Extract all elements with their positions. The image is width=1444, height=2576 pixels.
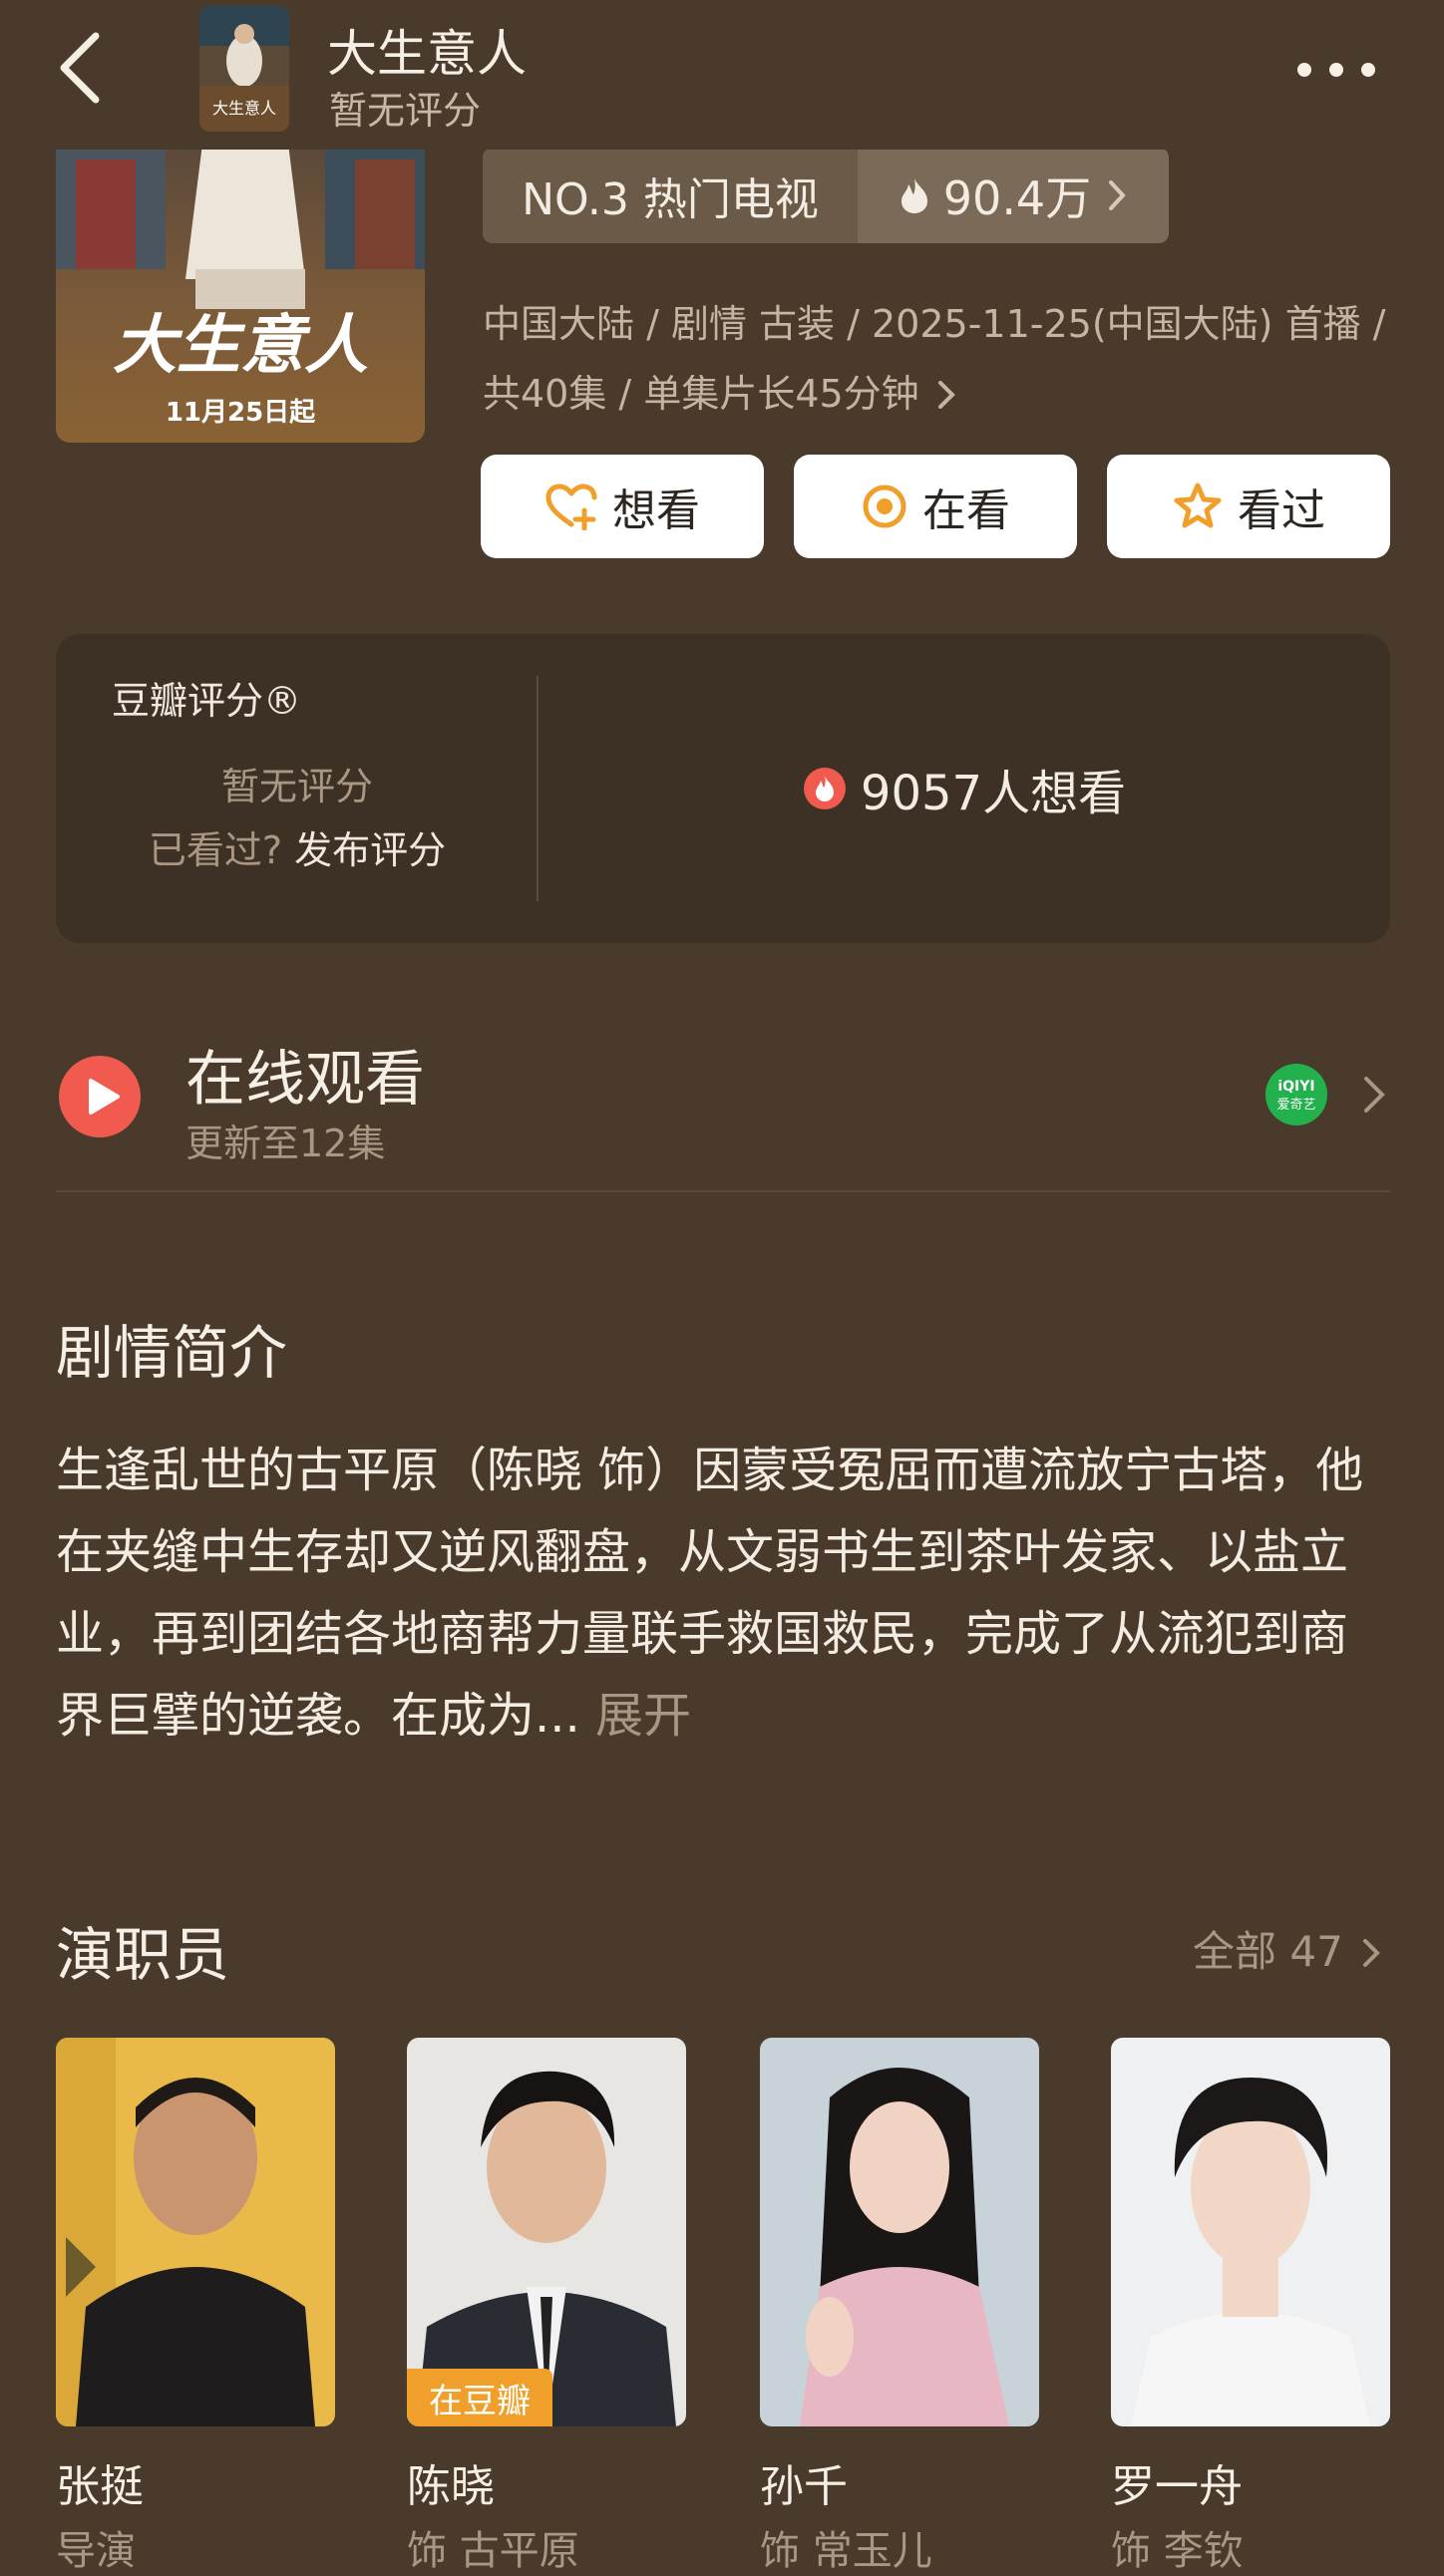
cast-photo <box>56 2038 335 2426</box>
synopsis-heading: 剧情简介 <box>56 1319 288 1387</box>
rank-label: NO.3 热门电视 <box>522 174 819 225</box>
show-meta-info[interactable]: 中国大陆 / 剧情 古装 / 2025-11-25(中国大陆) 首播 / 共40… <box>483 289 1390 429</box>
cast-card[interactable]: 张挺 导演 <box>56 2038 335 2574</box>
synopsis-text: 生逢乱世的古平原（陈晓 饰）因蒙受冤屈而遭流放宁古塔，他在夹缝中生存却又逆风翻盘… <box>56 1443 1364 1744</box>
synopsis-body[interactable]: 生逢乱世的古平原（陈晓 饰）因蒙受冤屈而遭流放宁古塔，他在夹缝中生存却又逆风翻盘… <box>56 1430 1392 1757</box>
cast-role: 导演 <box>56 2528 136 2574</box>
cast-photo <box>760 2038 1039 2426</box>
poster-image[interactable]: 大生意人 11月25日起 <box>56 120 425 443</box>
cast-photo: 在豆瓣 <box>407 2038 686 2426</box>
seen-prompt: 已看过? <box>148 828 283 872</box>
cast-all-link[interactable]: 全部 47 <box>1193 1918 1380 1979</box>
heart-plus-icon <box>545 483 597 530</box>
rating-card: 豆瓣评分® 暂无评分 已看过? 发布评分 9057人想看 <box>56 634 1390 943</box>
svg-text:大生意人: 大生意人 <box>212 99 276 118</box>
divider <box>56 1190 1390 1192</box>
watched-label: 看过 <box>1238 485 1325 536</box>
chevron-right-icon[interactable] <box>1360 1069 1390 1121</box>
want-to-watch-label: 想看 <box>612 485 700 536</box>
cast-name: 罗一舟 <box>1111 2461 1243 2512</box>
top-bar: 大生意人 大生意人 暂无评分 <box>0 0 1444 150</box>
cast-role: 饰 李钦 <box>1111 2528 1244 2574</box>
fire-icon <box>901 178 927 213</box>
heat-value-button[interactable]: 90.4万 <box>858 148 1169 243</box>
chevron-right-icon <box>1109 180 1126 210</box>
want-count-text: 9057人想看 <box>860 766 1127 821</box>
expand-link[interactable]: 展开 <box>595 1688 691 1744</box>
cast-role: 饰 常玉儿 <box>760 2528 932 2574</box>
on-douban-badge: 在豆瓣 <box>407 2369 552 2426</box>
cast-heading: 演职员 <box>56 1921 230 1989</box>
mini-poster-image: 大生意人 <box>199 6 289 132</box>
episode-update-text: 更新至12集 <box>185 1122 386 1165</box>
iqiyi-logo[interactable]: iQIYI 爱奇艺 <box>1264 1063 1328 1127</box>
play-icon[interactable] <box>58 1055 142 1138</box>
watching-button[interactable]: 在看 <box>794 455 1077 558</box>
poster-title-art: 大生意人 <box>113 308 368 383</box>
poster-date-art: 11月25日起 <box>166 398 316 428</box>
want-count[interactable]: 9057人想看 <box>539 634 1390 943</box>
cast-card[interactable]: 孙千 饰 常玉儿 <box>760 2038 1039 2574</box>
watched-button[interactable]: 看过 <box>1107 455 1390 558</box>
more-dots-icon[interactable] <box>1286 50 1386 90</box>
star-icon <box>1174 483 1222 528</box>
publish-rating-link[interactable]: 发布评分 <box>294 828 446 872</box>
svg-text:爱奇艺: 爱奇艺 <box>1276 1097 1315 1113</box>
target-circle-icon <box>863 484 906 528</box>
page-title: 大生意人 <box>327 25 527 83</box>
want-to-watch-button[interactable]: 想看 <box>481 455 764 558</box>
chevron-left-icon[interactable] <box>52 28 112 108</box>
cast-card[interactable]: 罗一舟 饰 李钦 <box>1111 2038 1390 2574</box>
cast-role: 饰 古平原 <box>407 2528 579 2574</box>
no-rating-text: 暂无评分 <box>220 765 373 808</box>
cast-all-label: 全部 47 <box>1193 1927 1343 1976</box>
chevron-right-icon <box>1363 1939 1380 1967</box>
douban-rating-label: 豆瓣评分® <box>112 679 302 723</box>
chevron-right-icon <box>937 381 955 409</box>
rank-pill[interactable]: NO.3 热门电视 90.4万 <box>483 148 1169 243</box>
online-watch-title[interactable]: 在线观看 <box>185 1031 425 1118</box>
watching-label: 在看 <box>922 485 1010 536</box>
fire-badge-icon <box>803 768 846 809</box>
svg-text:iQIYI: iQIYI <box>1277 1079 1314 1095</box>
cast-photo <box>1111 2038 1390 2426</box>
cast-name: 张挺 <box>56 2461 144 2512</box>
meta-text: 中国大陆 / 剧情 古装 / 2025-11-25(中国大陆) 首播 / 共40… <box>483 302 1386 416</box>
cast-name: 陈晓 <box>407 2461 495 2512</box>
cast-card[interactable]: 在豆瓣 陈晓 饰 古平原 <box>407 2038 686 2574</box>
cast-name: 孙千 <box>760 2461 848 2512</box>
publish-rating-row: 已看过? 发布评分 <box>56 819 539 874</box>
page-subtitle: 暂无评分 <box>329 89 482 133</box>
heat-value: 90.4万 <box>942 171 1092 225</box>
